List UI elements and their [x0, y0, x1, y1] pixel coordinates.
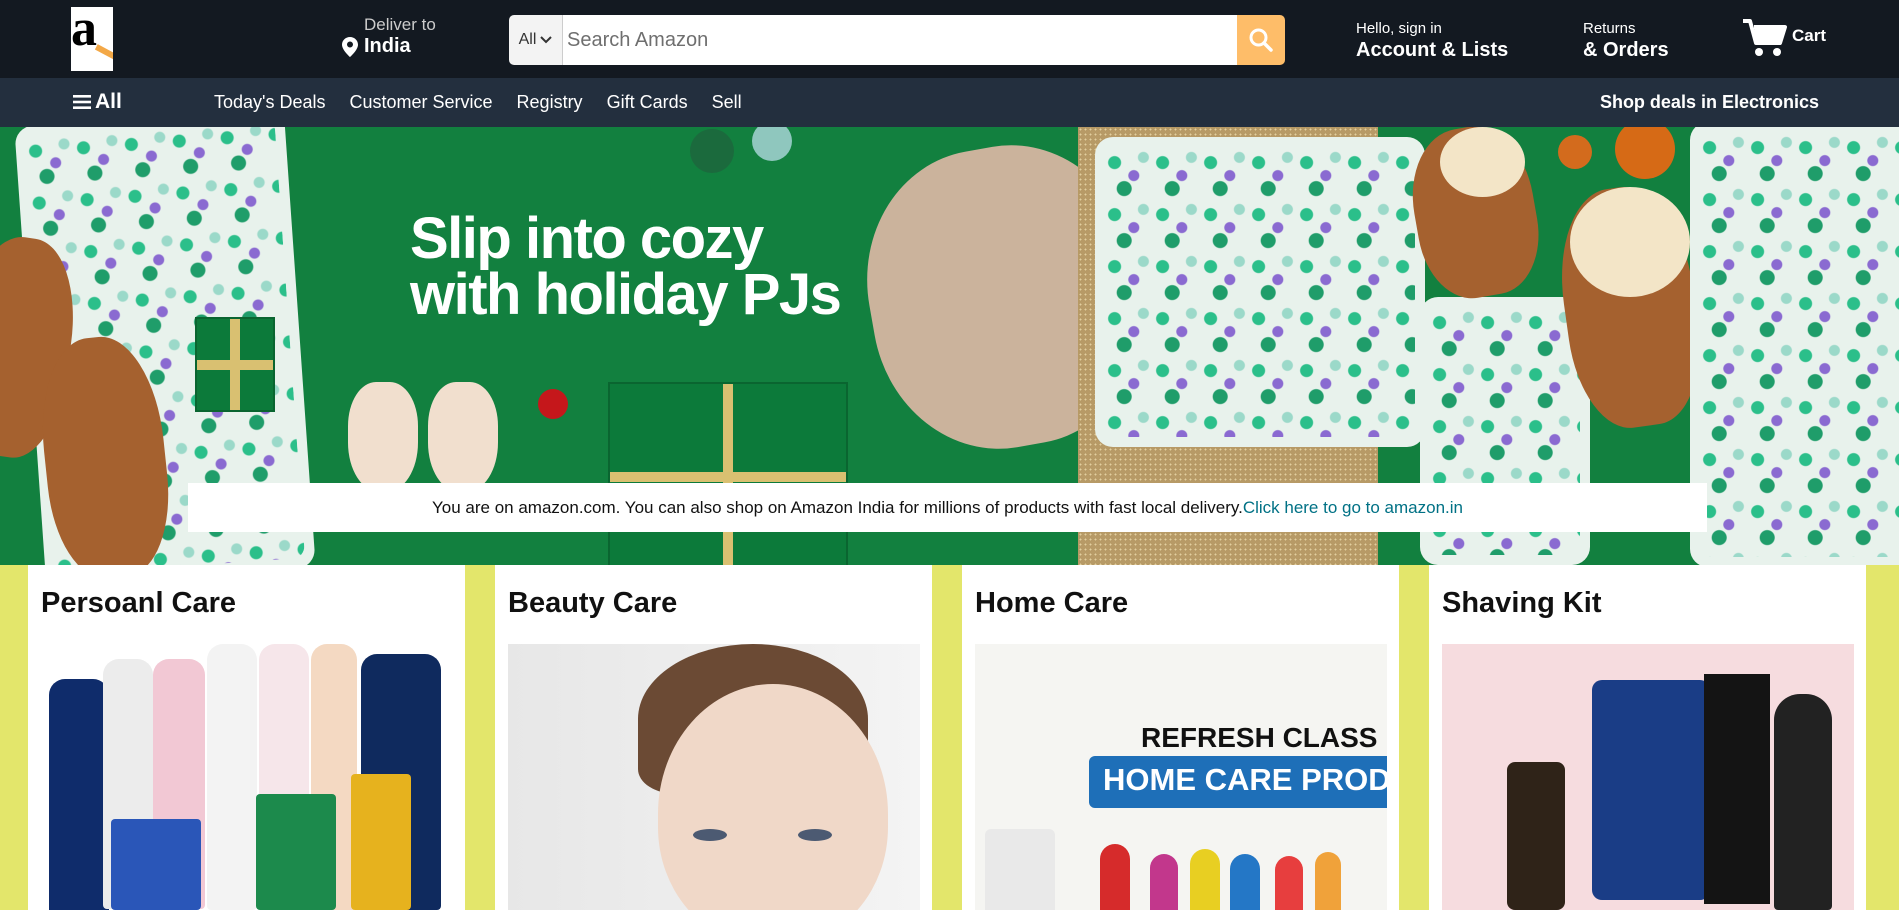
- model-eye-right: [798, 829, 832, 841]
- search-category-label: All: [518, 31, 537, 48]
- hero-headline-line1: Slip into cozy: [410, 206, 764, 271]
- slipper-fluff-2: [1570, 187, 1690, 297]
- product-bottle: [1100, 844, 1130, 910]
- amazon-india-notice: You are on amazon.com. You can also shop…: [188, 483, 1707, 532]
- product-box: [351, 774, 411, 910]
- beauty-care-image[interactable]: [508, 644, 920, 910]
- home-care-banner-heading: REFRESH CLASS: [1141, 722, 1378, 753]
- subnav-link-gift-cards[interactable]: Gift Cards: [607, 92, 688, 113]
- amazon-logo[interactable]: a: [71, 7, 113, 71]
- subnav-link-customer-service[interactable]: Customer Service: [350, 92, 493, 113]
- shaving-kit-image[interactable]: [1442, 644, 1854, 910]
- deliver-location-text: India: [364, 35, 411, 57]
- beard-oil-bottle: [1507, 762, 1565, 910]
- product-box: [256, 794, 336, 910]
- ornament-red-small: [538, 389, 568, 419]
- all-menu-label: All: [95, 90, 122, 113]
- hero-headline: Slip into cozy with holiday PJs: [410, 206, 842, 327]
- subnav-link-todays-deals[interactable]: Today's Deals: [214, 92, 326, 113]
- search-bar: All: [509, 15, 1285, 65]
- home-care-banner-subheading: HOME CARE PROD: [1103, 762, 1387, 797]
- product-bottle: [1190, 849, 1220, 910]
- search-icon: [1249, 28, 1273, 52]
- hero-headline-line2: with holiday PJs: [410, 262, 842, 327]
- gift-box-left: [195, 317, 275, 412]
- card-title: Home Care: [975, 587, 1129, 619]
- amazon-home-page: a Deliver to India All Search Amazon Hel…: [0, 0, 1899, 910]
- product-bottle: [1275, 856, 1303, 910]
- cart-button[interactable]: Cart: [1742, 18, 1826, 58]
- product-bottle: [1315, 852, 1341, 910]
- returns-label: Returns: [1583, 20, 1636, 37]
- logo-glyph: a: [71, 7, 97, 57]
- personal-care-image[interactable]: [41, 644, 453, 910]
- slipper-fluff-1: [1440, 127, 1525, 197]
- ornament-orange: [1558, 135, 1592, 169]
- card-title: Persoanl Care: [41, 587, 237, 619]
- page-content: a Deliver to India All Search Amazon Hel…: [0, 0, 1899, 910]
- model-eye-left: [693, 829, 727, 841]
- pajama-shirt-center: [1095, 137, 1425, 447]
- search-input[interactable]: [563, 15, 1237, 65]
- logo-smile: [94, 44, 113, 60]
- card-title: Beauty Care: [508, 587, 678, 619]
- all-menu-button[interactable]: All: [73, 90, 122, 114]
- account-and-lists[interactable]: Hello, sign in Account & Lists: [1356, 20, 1508, 62]
- ornament-green: [690, 129, 734, 173]
- search-category-dropdown[interactable]: All: [509, 15, 563, 65]
- product-box: [111, 819, 201, 910]
- ornament-orange-large: [1615, 127, 1675, 179]
- product-box: [1704, 674, 1770, 904]
- gift-box-center: [608, 382, 848, 565]
- top-navigation-bar: a Deliver to India All Search Amazon Hel…: [0, 0, 1899, 78]
- razor-package: [1592, 680, 1710, 900]
- card-title: Shaving Kit: [1442, 587, 1602, 619]
- category-card-shaving-kit[interactable]: Shaving Kit: [1429, 565, 1866, 910]
- notice-text: You are on amazon.com. You can also shop…: [432, 497, 1243, 517]
- deliver-to-location[interactable]: Deliver to India: [342, 15, 436, 58]
- category-card-personal-care[interactable]: Persoanl Care: [28, 565, 465, 910]
- returns-and-orders[interactable]: Returns & Orders: [1583, 20, 1669, 62]
- deliver-label: Deliver to: [364, 15, 436, 34]
- subnav-link-sell[interactable]: Sell: [712, 92, 742, 113]
- amazon-india-link[interactable]: Click here to go to amazon.in: [1243, 498, 1463, 518]
- electronics-deals-link[interactable]: Shop deals in Electronics: [1600, 92, 1819, 113]
- product-bottle: [1150, 854, 1178, 910]
- product-bottle: [985, 829, 1055, 910]
- subnav-link-registry[interactable]: Registry: [517, 92, 583, 113]
- mitten-left: [348, 382, 418, 492]
- product-bottle: [1230, 854, 1260, 910]
- cart-label: Cart: [1792, 26, 1827, 45]
- cart-icon: [1743, 19, 1787, 56]
- mitten-right: [428, 382, 498, 492]
- deliver-location: India: [342, 35, 436, 58]
- subnav-links: Today's Deals Customer Service Registry …: [214, 92, 742, 113]
- secondary-navigation-bar: All Today's Deals Customer Service Regis…: [0, 78, 1899, 127]
- search-button[interactable]: [1237, 15, 1285, 65]
- home-care-image[interactable]: REFRESH CLASS HOME CARE PROD: [975, 644, 1387, 910]
- pajama-shirt-right: [1690, 127, 1899, 565]
- account-greeting: Hello, sign in: [1356, 20, 1442, 37]
- category-card-home-care[interactable]: Home Care REFRESH CLASS HOME CARE PROD: [962, 565, 1399, 910]
- category-card-beauty-care[interactable]: Beauty Care: [495, 565, 932, 910]
- product-bottle: [49, 679, 109, 910]
- hamburger-menu-icon: [73, 95, 91, 109]
- location-pin-icon: [342, 36, 358, 57]
- product-bottle: [207, 644, 257, 910]
- account-label: Account & Lists: [1356, 39, 1509, 61]
- orders-label: & Orders: [1583, 39, 1669, 61]
- chevron-down-icon: [540, 36, 553, 44]
- ornament-teal: [752, 127, 792, 161]
- shaving-foam-can: [1774, 694, 1832, 910]
